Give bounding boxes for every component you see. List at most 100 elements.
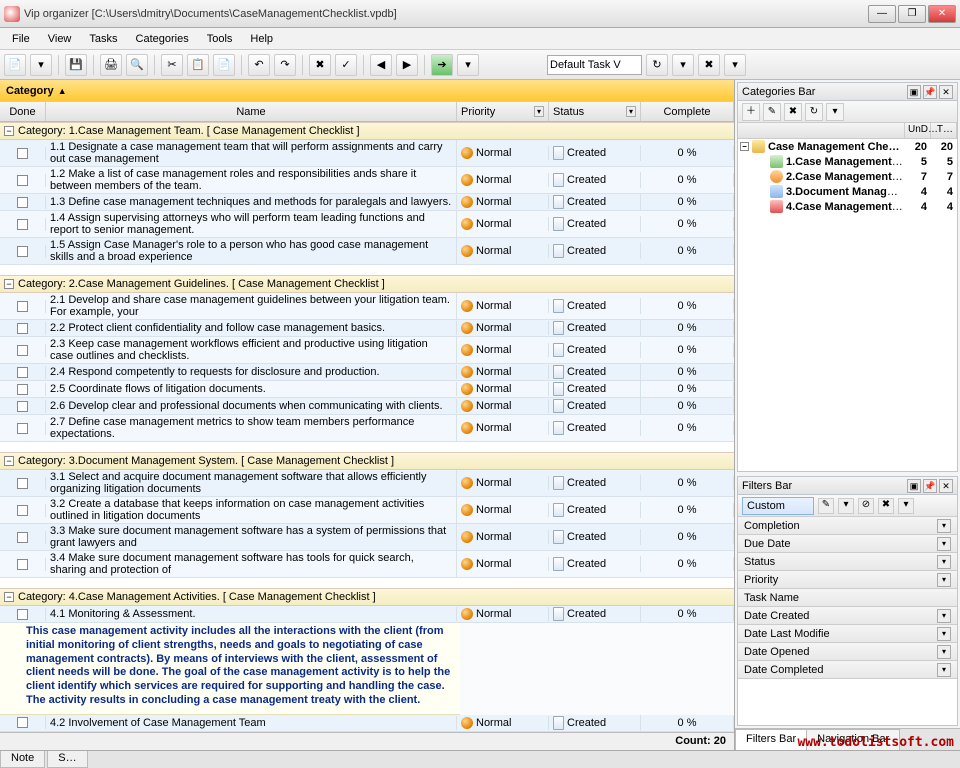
nav-fwd-button[interactable]: ▶ xyxy=(396,54,418,76)
group-header[interactable]: −Category: 1.Case Management Team. [ Cas… xyxy=(0,122,734,140)
taskview-combo[interactable] xyxy=(547,55,642,75)
task-row[interactable]: 4.1 Monitoring & Assessment.NormalCreate… xyxy=(0,606,734,623)
tree-body[interactable]: − Case Management Checklist 20 20 1.Case… xyxy=(738,139,957,471)
task-row[interactable]: 3.1 Select and acquire document manageme… xyxy=(0,470,734,497)
filter-clear-button[interactable]: ⊘ xyxy=(858,498,874,514)
task-row[interactable]: 4.2 Involvement of Case Management TeamN… xyxy=(0,715,734,732)
tree-item[interactable]: 2.Case Management Guideline77 xyxy=(738,169,957,184)
task-row[interactable]: 1.4 Assign supervising attorneys who wil… xyxy=(0,211,734,238)
tree-refresh-button[interactable]: ↻ xyxy=(805,103,823,121)
maximize-button[interactable]: ❐ xyxy=(898,5,926,23)
grid-body[interactable]: −Category: 1.Case Management Team. [ Cas… xyxy=(0,122,734,732)
done-checkbox[interactable] xyxy=(17,559,28,570)
chevron-down-icon[interactable]: ▾ xyxy=(937,573,951,587)
col-status[interactable]: Status▾ xyxy=(549,102,641,121)
task-row[interactable]: 1.5 Assign Case Manager's role to a pers… xyxy=(0,238,734,265)
filter-row[interactable]: Status▾ xyxy=(738,553,957,571)
category-banner-dropdown[interactable]: ▲ xyxy=(58,86,67,96)
done-checkbox[interactable] xyxy=(17,717,28,728)
done-checkbox[interactable] xyxy=(17,505,28,516)
task-row[interactable]: 2.4 Respond competently to requests for … xyxy=(0,364,734,381)
tree-add-button[interactable]: ＋ xyxy=(742,103,760,121)
nav-back-button[interactable]: ◀ xyxy=(370,54,392,76)
filter-delete-button[interactable]: ✖ xyxy=(878,498,894,514)
taskview-dropdown[interactable]: ▾ xyxy=(672,54,694,76)
filter-row[interactable]: Task Name xyxy=(738,589,957,607)
panel-close-icon[interactable]: ✕ xyxy=(939,479,953,493)
col-priority[interactable]: Priority▾ xyxy=(457,102,549,121)
filter-preset-combo[interactable]: Custom xyxy=(742,497,814,515)
task-row[interactable]: 1.2 Make a list of case management roles… xyxy=(0,167,734,194)
filter-row[interactable]: Completion▾ xyxy=(738,517,957,535)
filter-apply-dropdown[interactable]: ▾ xyxy=(838,498,854,514)
group-toggle-icon[interactable]: − xyxy=(4,279,14,289)
tree-delete-button[interactable]: ✖ xyxy=(784,103,802,121)
task-row[interactable]: 1.3 Define case management techniques an… xyxy=(0,194,734,211)
done-checkbox[interactable] xyxy=(17,301,28,312)
group-header[interactable]: −Category: 2.Case Management Guidelines.… xyxy=(0,275,734,293)
done-checkbox[interactable] xyxy=(17,175,28,186)
done-checkbox[interactable] xyxy=(17,345,28,356)
done-checkbox[interactable] xyxy=(17,423,28,434)
col-done[interactable]: Done xyxy=(0,102,46,121)
task-row[interactable]: 2.6 Develop clear and professional docum… xyxy=(0,398,734,415)
redo-button[interactable]: ↷ xyxy=(274,54,296,76)
tab-navigation-bar[interactable]: Navigation Bar xyxy=(806,729,900,750)
tree-root[interactable]: − Case Management Checklist 20 20 xyxy=(738,139,957,154)
new-button[interactable]: 📄 xyxy=(4,54,26,76)
chevron-down-icon[interactable]: ▾ xyxy=(937,645,951,659)
task-row[interactable]: 2.1 Develop and share case management gu… xyxy=(0,293,734,320)
priority-filter-icon[interactable]: ▾ xyxy=(534,106,544,117)
status-filter-icon[interactable]: ▾ xyxy=(626,106,636,117)
taskview-refresh-button[interactable]: ↻ xyxy=(646,54,668,76)
paste-button[interactable]: 📄 xyxy=(213,54,235,76)
task-row[interactable]: 1.1 Designate a case management team tha… xyxy=(0,140,734,167)
chevron-down-icon[interactable]: ▾ xyxy=(937,663,951,677)
panel-close-icon[interactable]: ✕ xyxy=(939,85,953,99)
group-toggle-icon[interactable]: − xyxy=(4,126,14,136)
taskview-clear-button[interactable]: ✖ xyxy=(698,54,720,76)
tree-edit-button[interactable]: ✎ xyxy=(763,103,781,121)
done-checkbox[interactable] xyxy=(17,478,28,489)
tree-item[interactable]: 3.Document Management Syst44 xyxy=(738,184,957,199)
panel-pin-icon[interactable]: 📌 xyxy=(923,479,937,493)
go-button[interactable]: ➔ xyxy=(431,54,453,76)
done-checkbox[interactable] xyxy=(17,384,28,395)
filter-row[interactable]: Date Created▾ xyxy=(738,607,957,625)
done-checkbox[interactable] xyxy=(17,197,28,208)
cut-button[interactable]: ✂ xyxy=(161,54,183,76)
filter-row[interactable]: Date Opened▾ xyxy=(738,643,957,661)
tree-item[interactable]: 4.Case Management Activities44 xyxy=(738,199,957,214)
delete-button[interactable]: ✖ xyxy=(309,54,331,76)
tree-more-button[interactable]: ▾ xyxy=(826,103,844,121)
copy-button[interactable]: 📋 xyxy=(187,54,209,76)
task-row[interactable]: 2.3 Keep case management workflows effic… xyxy=(0,337,734,364)
task-row[interactable]: 3.2 Create a database that keeps informa… xyxy=(0,497,734,524)
done-checkbox[interactable] xyxy=(17,246,28,257)
col-name[interactable]: Name xyxy=(46,102,457,121)
check-button[interactable]: ✓ xyxy=(335,54,357,76)
tree-toggle-icon[interactable]: − xyxy=(740,142,749,151)
task-row[interactable]: 2.7 Define case management metrics to sh… xyxy=(0,415,734,442)
task-row[interactable]: 3.3 Make sure document management softwa… xyxy=(0,524,734,551)
menu-categories[interactable]: Categories xyxy=(128,31,197,47)
done-checkbox[interactable] xyxy=(17,323,28,334)
filter-more-button[interactable]: ▾ xyxy=(898,498,914,514)
group-toggle-icon[interactable]: − xyxy=(4,456,14,466)
close-button[interactable]: ✕ xyxy=(928,5,956,23)
group-header[interactable]: −Category: 4.Case Management Activities.… xyxy=(0,588,734,606)
taskview-more-button[interactable]: ▾ xyxy=(724,54,746,76)
tree-item[interactable]: 1.Case Management Team.55 xyxy=(738,154,957,169)
chevron-down-icon[interactable]: ▾ xyxy=(937,537,951,551)
panel-pin-icon[interactable]: 📌 xyxy=(923,85,937,99)
done-checkbox[interactable] xyxy=(17,219,28,230)
save-button[interactable]: 💾 xyxy=(65,54,87,76)
menu-view[interactable]: View xyxy=(40,31,80,47)
chevron-down-icon[interactable]: ▾ xyxy=(937,519,951,533)
undo-button[interactable]: ↶ xyxy=(248,54,270,76)
menu-tools[interactable]: Tools xyxy=(199,31,241,47)
done-checkbox[interactable] xyxy=(17,148,28,159)
tab-s[interactable]: S… xyxy=(47,751,87,768)
done-checkbox[interactable] xyxy=(17,367,28,378)
task-row[interactable]: 3.4 Make sure document management softwa… xyxy=(0,551,734,578)
